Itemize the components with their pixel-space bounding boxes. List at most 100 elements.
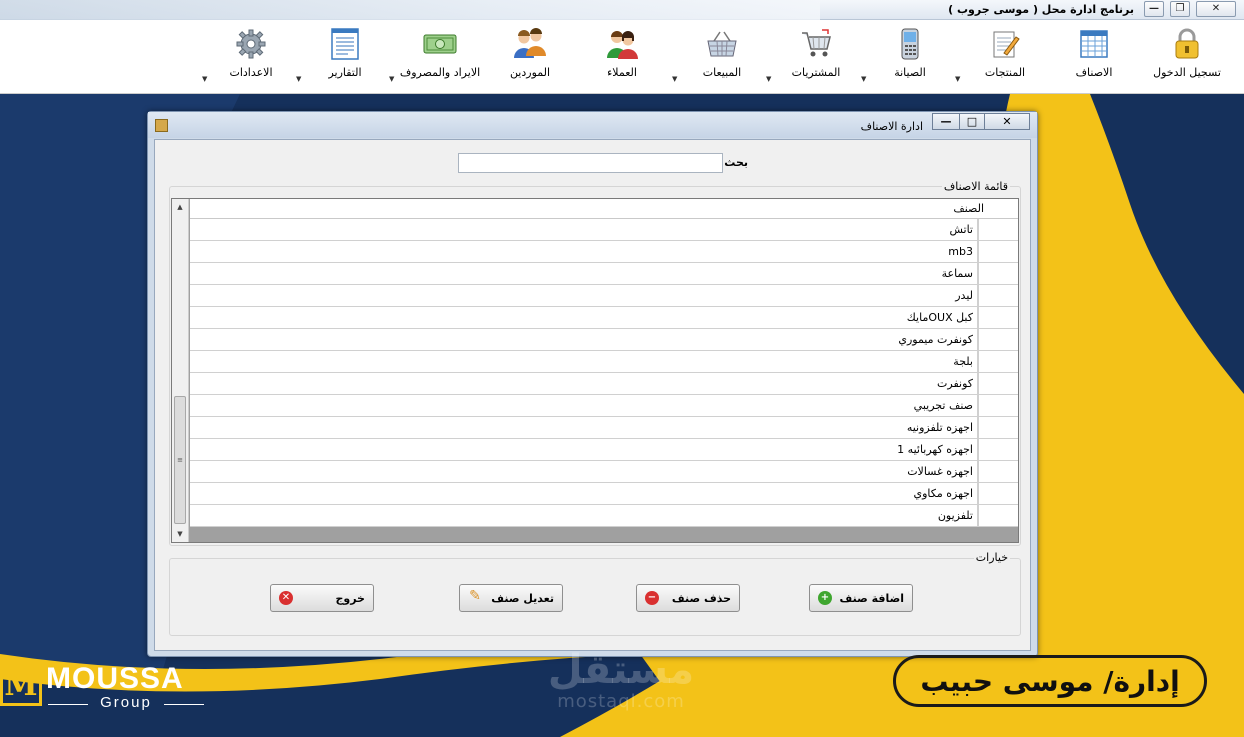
owner-badge: إدارة/ موسى حبيب: [893, 655, 1207, 707]
edit-category-button[interactable]: ✎ تعديل صنف: [459, 584, 563, 612]
toolbar-reports-label: التقارير: [328, 66, 362, 79]
row-header[interactable]: [978, 351, 1018, 372]
dropdown-arrow-icon[interactable]: ▼: [955, 75, 960, 83]
minimize-button[interactable]: —: [1144, 1, 1164, 17]
cell-category[interactable]: اجهزه غسالات: [190, 461, 978, 482]
row-header[interactable]: [978, 395, 1018, 416]
toolbar-maintenance[interactable]: الصيانة: [865, 27, 955, 87]
exit-label: خروج: [335, 592, 365, 605]
close-icon: ✕: [1002, 115, 1012, 128]
dialog-body: بحث قائمة الاصناف ▲ ≡ ▼ الصنف تاتش mb3 س…: [154, 139, 1031, 651]
cell-category[interactable]: تلفزيون: [190, 505, 978, 526]
grid-scrollbar[interactable]: ▲ ≡ ▼: [172, 199, 189, 542]
table-row[interactable]: كبل OUXمايك: [190, 307, 1018, 329]
title-bar-background: [0, 0, 820, 20]
dialog-maximize-button[interactable]: □: [959, 113, 985, 130]
dialog-minimize-button[interactable]: —: [932, 113, 960, 130]
delete-category-button[interactable]: − حذف صنف: [636, 584, 740, 612]
maximize-button[interactable]: ❐: [1170, 1, 1190, 17]
table-row[interactable]: تاتش: [190, 219, 1018, 241]
exit-button[interactable]: ✕ خروج: [270, 584, 374, 612]
maximize-icon: □: [966, 115, 978, 128]
suppliers-icon: [513, 27, 547, 61]
table-row[interactable]: سماعة: [190, 263, 1018, 285]
cell-category[interactable]: ليدر: [190, 285, 978, 306]
search-label: بحث: [724, 156, 748, 169]
row-header[interactable]: [978, 417, 1018, 438]
dropdown-arrow-icon[interactable]: ▼: [296, 75, 301, 83]
gear-icon: [234, 27, 268, 61]
plus-icon: +: [818, 591, 832, 605]
row-header[interactable]: [978, 483, 1018, 504]
row-header[interactable]: [978, 329, 1018, 350]
cell-category[interactable]: اجهزه كهربائيه 1: [190, 439, 978, 460]
dialog-title-bar[interactable]: ادارة الاصناف — □ ✕: [148, 112, 1037, 138]
cell-category[interactable]: اجهزه مكاوي: [190, 483, 978, 504]
toolbar-categories[interactable]: الاصناف: [1049, 27, 1139, 87]
table-row[interactable]: صنف تجريبي: [190, 395, 1018, 417]
cell-category[interactable]: اجهزه تلفزونيه: [190, 417, 978, 438]
row-header[interactable]: [978, 285, 1018, 306]
maximize-icon: ❐: [1175, 3, 1185, 14]
row-header[interactable]: [978, 439, 1018, 460]
scroll-thumb[interactable]: ≡: [174, 396, 186, 524]
row-header[interactable]: [978, 241, 1018, 262]
window-title: برنامج ادارة محل ( موسى جروب ): [948, 3, 1134, 16]
row-header[interactable]: [978, 219, 1018, 240]
row-header[interactable]: [978, 461, 1018, 482]
column-header-category[interactable]: الصنف: [190, 199, 1018, 218]
cell-category[interactable]: بلجة: [190, 351, 978, 372]
toolbar-sales[interactable]: المبيعات: [677, 27, 767, 87]
toolbar-settings[interactable]: الاعدادات: [206, 27, 296, 87]
toolbar-reports[interactable]: التقارير: [300, 27, 390, 87]
add-category-label: اضافة صنف: [839, 592, 904, 605]
toolbar-settings-label: الاعدادات: [229, 66, 273, 79]
grid-table: الصنف تاتش mb3 سماعة ليدر كبل OUXمايك كو…: [190, 199, 1018, 527]
minimize-icon: —: [940, 115, 952, 128]
minus-icon: −: [645, 591, 659, 605]
toolbar-purchases[interactable]: المشتريات: [771, 27, 861, 87]
cell-category[interactable]: صنف تجريبي: [190, 395, 978, 416]
toolbar-income-expense[interactable]: الايراد والمصروف: [395, 27, 485, 87]
toolbar-products[interactable]: المنتجات: [960, 27, 1050, 87]
table-row[interactable]: mb3: [190, 241, 1018, 263]
row-header[interactable]: [978, 307, 1018, 328]
dropdown-arrow-icon[interactable]: ▼: [672, 75, 677, 83]
search-input[interactable]: [458, 153, 723, 173]
cell-category[interactable]: سماعة: [190, 263, 978, 284]
table-row[interactable]: تلفزيون: [190, 505, 1018, 527]
logo-name: MOUSSA: [46, 662, 184, 695]
toolbar-suppliers[interactable]: الموردين: [485, 27, 575, 87]
table-row[interactable]: كونفرت ميموري: [190, 329, 1018, 351]
dialog-close-button[interactable]: ✕: [984, 113, 1030, 130]
cell-category[interactable]: كبل OUXمايك: [190, 307, 978, 328]
scroll-down-icon[interactable]: ▼: [172, 526, 188, 542]
close-button[interactable]: ✕: [1196, 1, 1236, 17]
cell-category[interactable]: mb3: [190, 241, 978, 262]
row-header[interactable]: [978, 263, 1018, 284]
table-row[interactable]: اجهزه مكاوي: [190, 483, 1018, 505]
scroll-up-icon[interactable]: ▲: [172, 199, 188, 215]
table-row[interactable]: اجهزه تلفزونيه: [190, 417, 1018, 439]
cell-category[interactable]: كونفرت ميموري: [190, 329, 978, 350]
toolbar-categories-label: الاصناف: [1075, 66, 1113, 79]
table-row[interactable]: اجهزه غسالات: [190, 461, 1018, 483]
row-header[interactable]: [978, 505, 1018, 526]
table-row[interactable]: اجهزه كهربائيه 1: [190, 439, 1018, 461]
main-title-bar: برنامج ادارة محل ( موسى جروب ) — ❐ ✕: [0, 0, 1244, 20]
row-header[interactable]: [978, 373, 1018, 394]
add-category-button[interactable]: + اضافة صنف: [809, 584, 913, 612]
toolbar-customers[interactable]: العملاء: [577, 27, 667, 87]
dropdown-arrow-icon[interactable]: ▼: [202, 75, 207, 83]
toolbar-login[interactable]: تسجيل الدخول: [1142, 27, 1232, 87]
table-row[interactable]: كونفرت: [190, 373, 1018, 395]
table-row[interactable]: بلجة: [190, 351, 1018, 373]
app-icon: [155, 119, 168, 132]
dropdown-arrow-icon[interactable]: ▼: [861, 75, 866, 83]
moussa-group-logo: M MOUSSA Group: [0, 660, 210, 712]
table-row[interactable]: ليدر: [190, 285, 1018, 307]
cell-category[interactable]: كونفرت: [190, 373, 978, 394]
watermark: مستقل mostaql.com: [546, 648, 696, 718]
cell-category[interactable]: تاتش: [190, 219, 978, 240]
main-toolbar: تسجيل الدخول الاصناف المنتجات ▼ الصيانة …: [0, 21, 1244, 94]
